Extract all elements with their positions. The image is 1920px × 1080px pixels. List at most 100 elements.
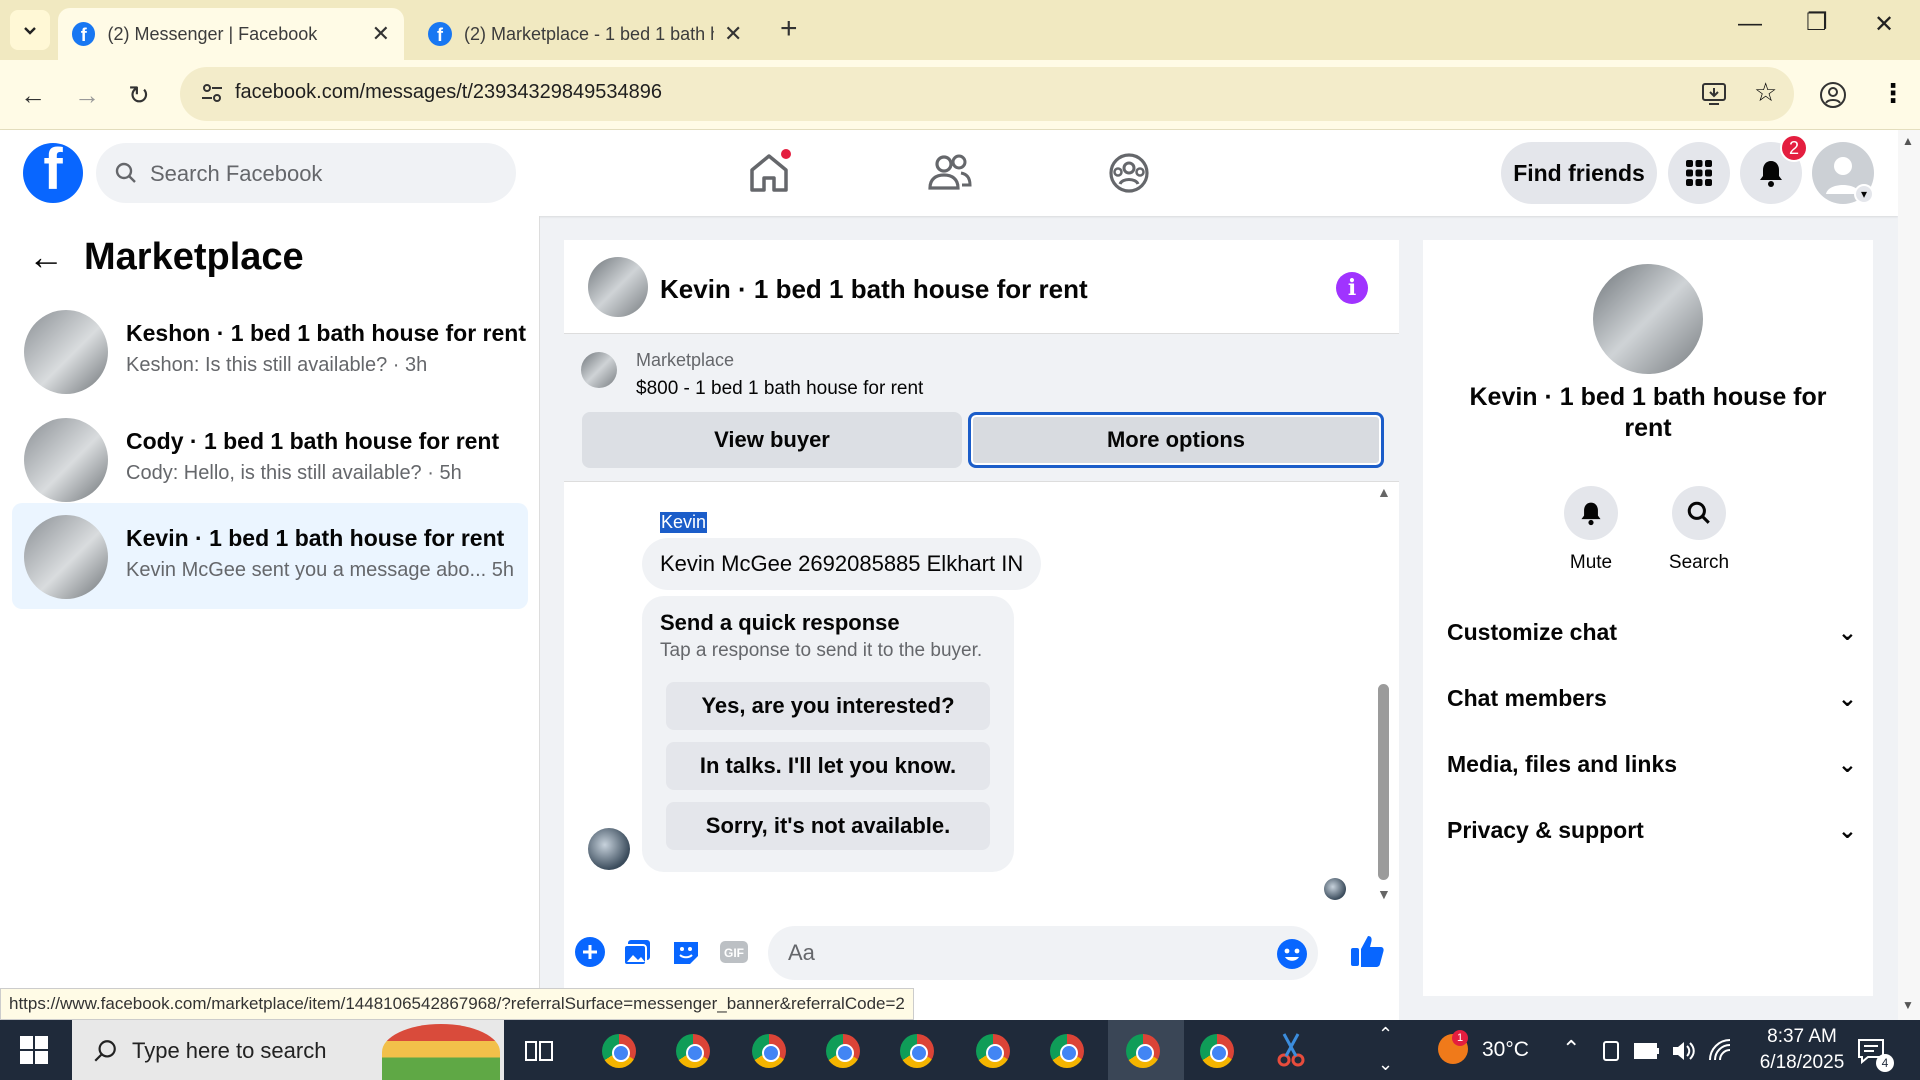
taskbar-chrome-app[interactable] [976,1034,1010,1068]
scroll-down-arrow-icon[interactable]: ▼ [1377,886,1391,902]
taskbar-chrome-app[interactable] [1200,1034,1234,1068]
task-view-icon[interactable] [524,1036,554,1066]
battery-icon[interactable] [1634,1042,1660,1060]
quick-response-option[interactable]: Yes, are you interested? [666,682,990,730]
clock-time[interactable]: 8:37 AM [1752,1026,1852,1048]
url-text: facebook.com/messages/t/2393432984953489… [235,81,662,103]
restore-button[interactable]: ❐ [1806,8,1828,37]
close-tab-icon[interactable]: ✕ [372,21,390,47]
more-options-button[interactable]: More options [968,412,1384,468]
conversation-item-cody[interactable]: Cody · 1 bed 1 bath house for rent Cody:… [12,406,528,512]
windows-start-icon[interactable] [20,1036,48,1064]
bookmark-star-icon[interactable]: ☆ [1754,77,1777,108]
chat-avatar[interactable] [588,257,648,317]
conversation-item-kevin[interactable]: Kevin · 1 bed 1 bath house for rent Kevi… [12,503,528,609]
find-friends-button[interactable]: Find friends [1501,142,1657,204]
taskbar-chrome-app[interactable] [676,1034,710,1068]
device-icon[interactable] [1600,1040,1622,1062]
facebook-logo-icon[interactable]: f [23,143,83,203]
wifi-icon[interactable] [1708,1038,1734,1064]
install-app-icon[interactable] [1700,80,1728,108]
chat-details-panel: Kevin · 1 bed 1 bath house for rent Mute… [1423,240,1873,996]
reload-button[interactable]: ↻ [128,80,150,111]
friends-icon[interactable] [924,148,974,198]
scroll-up-arrow-icon[interactable]: ▲ [1377,484,1391,500]
page-scrollbar[interactable]: ▲ ▼ [1898,130,1920,1020]
menu-grid-button[interactable] [1668,142,1730,204]
taskbar-chrome-app[interactable] [752,1034,786,1068]
info-icon[interactable]: i [1336,272,1368,304]
account-chevron-icon[interactable]: ▾ [1854,184,1874,204]
section-label: Chat members [1447,684,1607,711]
close-window-button[interactable]: ✕ [1874,10,1894,39]
facebook-favicon-icon: f [72,22,96,46]
taskbar-scroll-down-icon[interactable]: ⌄ [1378,1054,1393,1075]
message-input[interactable]: Aa [768,926,1318,980]
home-icon[interactable] [744,148,794,198]
snipping-tool-icon[interactable] [1274,1032,1308,1068]
taskbar-scroll-up-icon[interactable]: ⌃ [1378,1024,1393,1045]
close-tab-icon[interactable]: ✕ [724,21,742,47]
omnibox[interactable]: facebook.com/messages/t/2393432984953489… [180,67,1794,121]
details-avatar[interactable] [1593,264,1703,374]
taskbar-search-box[interactable]: Type here to search [72,1020,504,1080]
mute-button[interactable]: Mute [1551,486,1631,574]
quick-response-option[interactable]: In talks. I'll let you know. [666,742,990,790]
section-media-files-links[interactable]: Media, files and links ⌄ [1447,744,1857,784]
facebook-search-input[interactable]: Search Facebook [96,143,516,203]
windows-taskbar: Type here to search ⌃ ⌄ 1 30°C ⌃ 8:37 AM… [0,1020,1920,1080]
section-chat-members[interactable]: Chat members ⌄ [1447,678,1857,718]
browser-menu-icon[interactable]: ⋮ [1880,78,1906,109]
taskbar-chrome-app[interactable] [602,1034,636,1068]
sticker-icon[interactable] [670,936,702,968]
quick-response-option[interactable]: Sorry, it's not available. [666,802,990,850]
back-button[interactable]: ← [20,80,46,111]
chevron-down-icon: ⌄ [1837,750,1857,777]
section-customize-chat[interactable]: Customize chat ⌄ [1447,612,1857,652]
chat-title[interactable]: Kevin · 1 bed 1 bath house for rent [660,274,1088,305]
taskbar-chrome-app-active[interactable] [1126,1034,1160,1068]
sender-name: Kevin [660,512,708,533]
groups-icon[interactable] [1104,148,1154,198]
back-arrow-icon[interactable]: ← [28,236,64,278]
taskbar-chrome-app[interactable] [900,1034,934,1068]
volume-icon[interactable] [1670,1038,1696,1064]
buyer-avatar[interactable] [588,828,630,870]
conversation-item-keshon[interactable]: Keshon · 1 bed 1 bath house for rent Kes… [12,298,528,404]
marketplace-sidebar: ← Marketplace Keshon · 1 bed 1 bath hous… [0,216,540,1020]
tab-search-button[interactable] [10,10,50,50]
forward-button[interactable]: → [74,80,100,111]
chat-scrollbar[interactable] [1378,684,1389,880]
plus-circle-icon[interactable] [574,936,606,968]
minimize-button[interactable]: — [1738,10,1762,38]
thumbs-up-icon[interactable] [1348,932,1386,970]
listing-thumbnail [24,310,108,394]
gif-icon[interactable]: GIF [718,936,750,968]
conversation-preview: Kevin McGee sent you a message abo... 5h [126,559,514,581]
view-buyer-button[interactable]: View buyer [582,412,962,468]
clock-date[interactable]: 6/18/2025 [1744,1052,1860,1074]
listing-thumbnail[interactable] [581,352,617,388]
emoji-icon[interactable] [1276,938,1308,970]
chevron-down-icon: ⌄ [1837,684,1857,711]
section-privacy-support[interactable]: Privacy & support ⌄ [1447,810,1857,850]
search-in-chat-button[interactable]: Search [1659,486,1739,574]
site-settings-icon[interactable] [200,81,224,105]
quick-response-title: Send a quick response [660,610,900,635]
taskbar-chrome-app[interactable] [1050,1034,1084,1068]
mute-label: Mute [1569,552,1613,573]
tab-messenger[interactable]: f (2) Messenger | Facebook ✕ [58,8,404,60]
chat-header: Kevin · 1 bed 1 bath house for rent i [564,240,1399,334]
tab-marketplace[interactable]: f (2) Marketplace - 1 bed 1 bath h ✕ [414,8,764,60]
scroll-down-arrow-icon[interactable]: ▼ [1902,998,1914,1012]
conversation-name: Cody · 1 bed 1 bath house for rent [126,428,500,454]
listing-price-title[interactable]: $800 - 1 bed 1 bath house for rent [636,378,923,400]
show-hidden-icons-icon[interactable]: ⌃ [1562,1036,1580,1062]
scroll-up-arrow-icon[interactable]: ▲ [1902,134,1914,148]
message-bubble[interactable]: Kevin McGee 2692085885 Elkhart IN [642,538,1042,590]
new-tab-button[interactable]: + [780,12,798,46]
profile-icon[interactable] [1818,80,1848,110]
photo-icon[interactable] [622,936,654,968]
address-bar-row: ← → ↻ facebook.com/messages/t/2393432984… [0,60,1920,130]
taskbar-chrome-app[interactable] [826,1034,860,1068]
